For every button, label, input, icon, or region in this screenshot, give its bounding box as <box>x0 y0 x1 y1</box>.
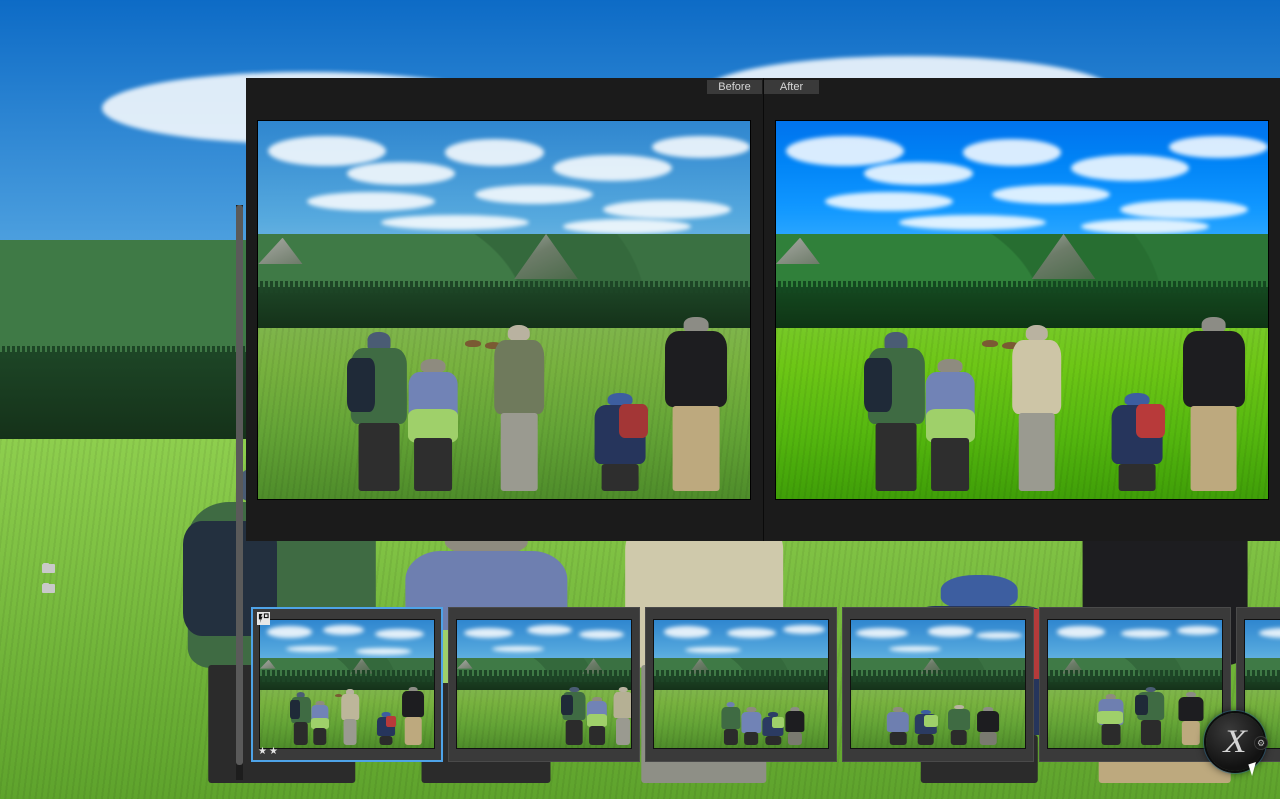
adjusted-badge <box>257 611 270 625</box>
filmstrip-thumbnails: ★★ <box>246 593 1280 770</box>
preset-thumbnail-grid: Blue skies <box>0 0 1280 799</box>
after-pane[interactable] <box>762 78 1280 541</box>
before-pane[interactable] <box>246 78 763 541</box>
filmstrip-item-4[interactable] <box>842 606 1034 762</box>
filmstrip-item-1[interactable]: ★★ <box>251 606 443 762</box>
before-label[interactable]: Before <box>707 80 762 94</box>
after-label[interactable]: After <box>764 80 819 94</box>
presets-tree: ▼ Default Presets ▼ ▶ Black & White ▶ Co… <box>0 0 1280 799</box>
presets-panel: Manual Presets <box>0 0 1280 799</box>
filmstrip-item-5[interactable] <box>1039 606 1231 762</box>
before-photo[interactable] <box>257 119 752 500</box>
presets-scrollbar[interactable] <box>236 205 243 780</box>
director-zone-glyph: X <box>1223 723 1247 760</box>
widget-settings-gear-icon[interactable]: ⚙ <box>1254 736 1268 750</box>
folder-icon <box>42 563 55 573</box>
photodirector-window: File Edit Photo View Help <box>0 0 1280 799</box>
filmstrip-item-2[interactable] <box>448 606 640 762</box>
before-after-labels: Before After <box>246 80 1280 94</box>
folder-icon <box>42 583 55 593</box>
filmstrip-item-3[interactable] <box>645 606 837 762</box>
rating-stars[interactable]: ★★ <box>258 746 280 757</box>
before-after-viewer: Before After <box>246 78 1280 541</box>
viewer-area: Soft proofing Before After <box>246 50 1280 779</box>
preset-vivid[interactable]: Vivid <box>0 0 1280 799</box>
after-photo[interactable] <box>774 119 1269 500</box>
